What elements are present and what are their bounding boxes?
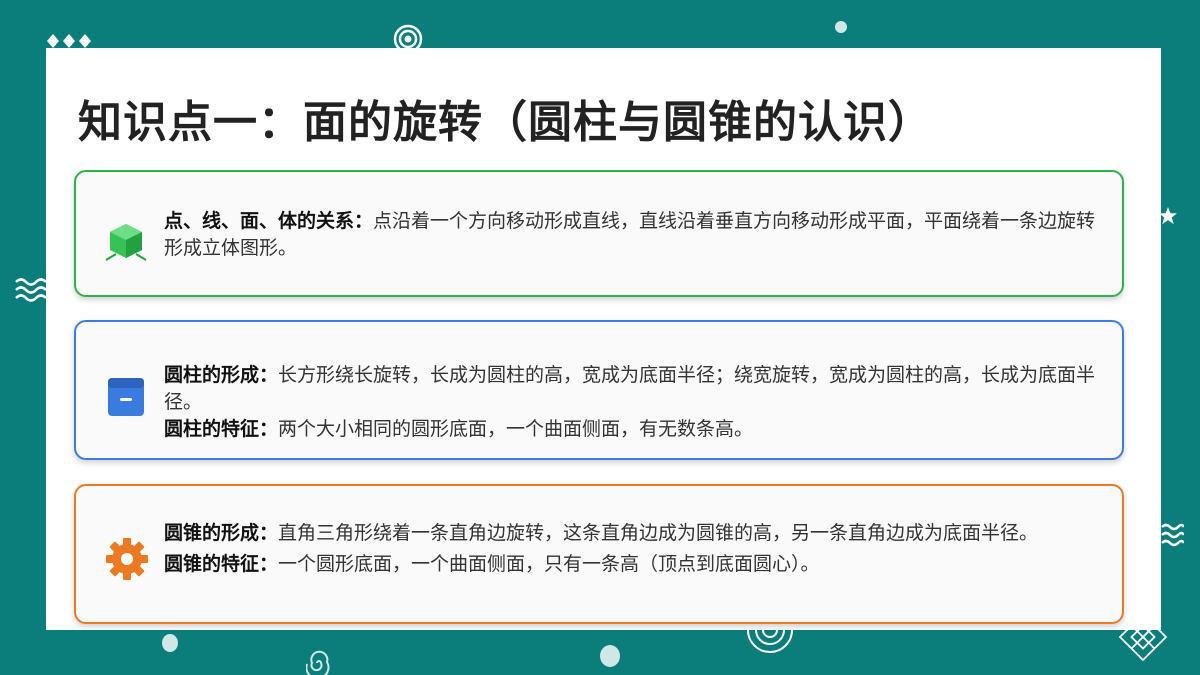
cube-icon (104, 220, 148, 268)
slide-content: 知识点一：面的旋转（圆柱与圆锥的认识） 点、线、面、体的关系：点沿着一个方向移动… (46, 48, 1161, 630)
wave-decoration-right (1161, 523, 1184, 547)
card-key-label: 圆柱的形成： (164, 364, 279, 386)
card-key-label: 圆锥的形成： (164, 522, 279, 544)
card-text: 圆柱的形成：长方形绕长旋转，长成为圆柱的高，宽成为底面半径；绕宽旋转，宽成为圆柱… (164, 362, 1104, 443)
card-cone: 圆锥的形成：直角三角形绕着一条直角边旋转，这条直角边成为圆锥的高，另一条直角边成… (74, 484, 1124, 624)
card-body-text: 两个大小相同的圆形底面，一个曲面侧面，有无数条高。 (278, 418, 754, 440)
card-body-text: 长方形绕长旋转，长成为圆柱的高，宽成为底面半径；绕宽旋转，宽成为圆柱的高，长成为… (164, 364, 1096, 413)
card-text: 圆锥的形成：直角三角形绕着一条直角边旋转，这条直角边成为圆锥的高，另一条直角边成… (164, 520, 1104, 578)
card-paragraph: 圆锥的形成：直角三角形绕着一条直角边旋转，这条直角边成为圆锥的高，另一条直角边成… (164, 520, 1104, 547)
card-text: 点、线、面、体的关系：点沿着一个方向移动形成直线，直线沿着垂直方向移动形成平面，… (164, 208, 1104, 262)
dot-decoration-bottom-left (162, 634, 178, 652)
spiral-decoration-bottom (306, 650, 330, 675)
gear-icon (104, 536, 150, 586)
star-decoration (1159, 207, 1177, 224)
card-paragraph: 圆锥的特征：一个圆形底面，一个曲面侧面，只有一条高（顶点到底面圆心）。 (164, 551, 1104, 578)
card-paragraph: 点、线、面、体的关系：点沿着一个方向移动形成直线，直线沿着垂直方向移动形成平面，… (164, 208, 1104, 262)
box-icon (104, 374, 148, 424)
card-cylinder: 圆柱的形成：长方形绕长旋转，长成为圆柱的高，宽成为底面半径；绕宽旋转，宽成为圆柱… (74, 320, 1124, 460)
wave-decoration-left (15, 278, 47, 302)
diamond-row-decoration (47, 34, 91, 48)
card-key-label: 圆柱的特征： (164, 418, 279, 440)
card-body-text: 一个圆形底面，一个曲面侧面，只有一条高（顶点到底面圆心）。 (278, 553, 820, 575)
card-point-line-surface-body: 点、线、面、体的关系：点沿着一个方向移动形成直线，直线沿着垂直方向移动形成平面，… (74, 170, 1124, 297)
card-key-label: 点、线、面、体的关系： (164, 210, 374, 232)
card-key-label: 圆锥的特征： (164, 553, 279, 575)
card-body-text: 直角三角形绕着一条直角边旋转，这条直角边成为圆锥的高，另一条直角边成为底面半径。 (278, 522, 1039, 544)
card-paragraph: 圆柱的特征：两个大小相同的圆形底面，一个曲面侧面，有无数条高。 (164, 416, 1104, 443)
concentric-decoration-bottom (747, 629, 793, 653)
dot-decoration (835, 21, 847, 33)
dot-decoration-bottom (600, 645, 620, 667)
card-paragraph: 圆柱的形成：长方形绕长旋转，长成为圆柱的高，宽成为底面半径；绕宽旋转，宽成为圆柱… (164, 362, 1104, 416)
page-title: 知识点一：面的旋转（圆柱与圆锥的认识） (78, 97, 933, 148)
